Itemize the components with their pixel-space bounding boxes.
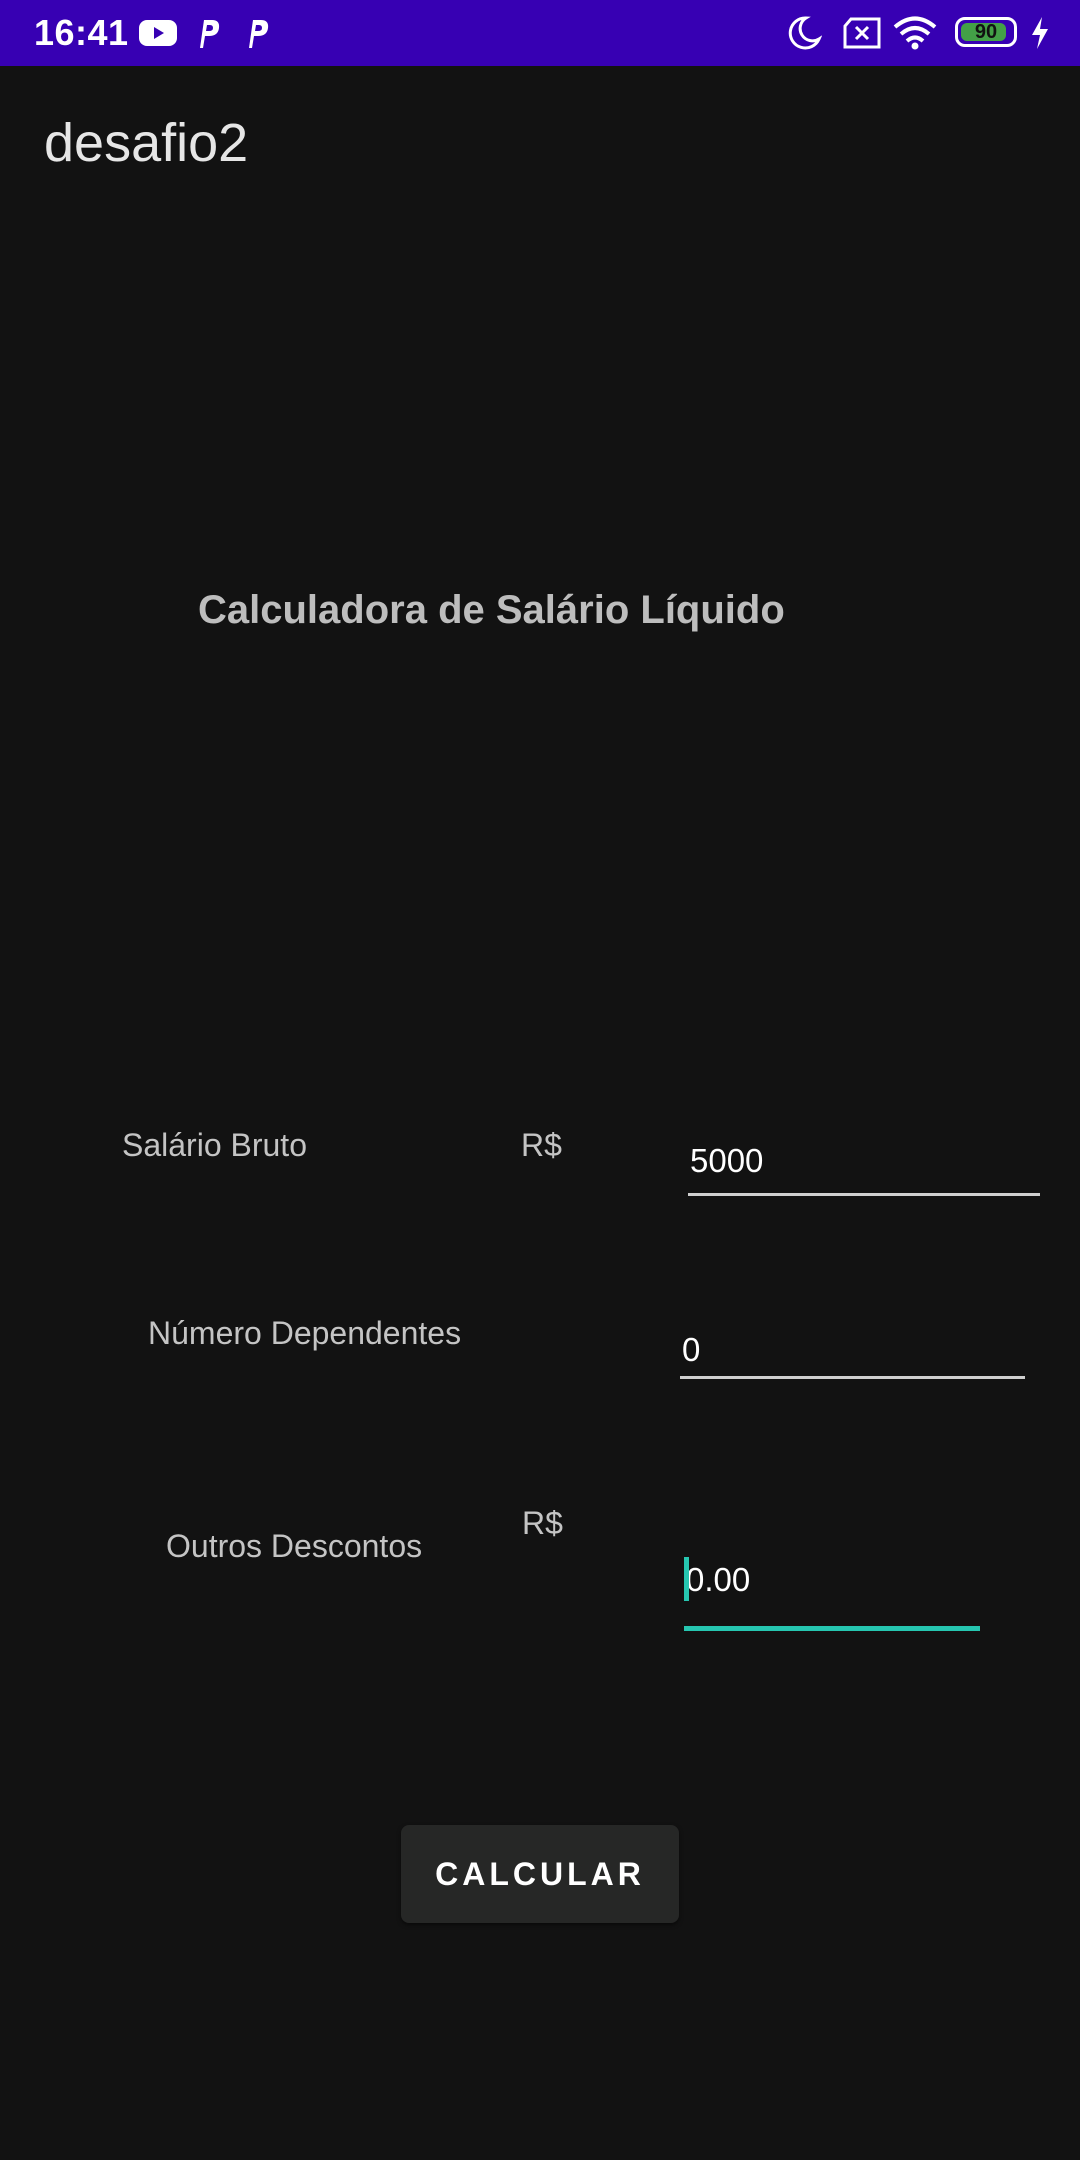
p-app-icon: [243, 14, 271, 52]
numero-dependentes-input[interactable]: [680, 1325, 1025, 1375]
battery-icon: 90: [955, 17, 1017, 47]
salario-bruto-underline: [688, 1193, 1040, 1196]
status-time: 16:41: [34, 12, 129, 53]
battery-level: 90: [974, 21, 998, 43]
p-app-icon: [194, 14, 222, 52]
calcular-button[interactable]: CALCULAR: [401, 1825, 679, 1923]
page-heading: Calculadora de Salário Líquido: [198, 588, 785, 632]
sim-x-icon: [843, 14, 881, 52]
salario-currency-label: R$: [521, 1127, 562, 1163]
wifi-icon: [893, 14, 937, 52]
charging-icon: [1029, 14, 1051, 52]
text-cursor: [684, 1557, 689, 1601]
salario-bruto-input[interactable]: [688, 1136, 1040, 1186]
numero-dependentes-underline: [680, 1376, 1025, 1379]
outros-descontos-label: Outros Descontos: [166, 1528, 423, 1564]
descontos-currency-label: R$: [522, 1505, 563, 1541]
salario-bruto-label: Salário Bruto: [122, 1127, 307, 1163]
status-bar: 16:41 90: [0, 0, 1080, 66]
outros-descontos-underline: [684, 1626, 980, 1631]
outros-descontos-input[interactable]: [684, 1555, 980, 1605]
youtube-icon: [138, 14, 178, 52]
numero-dependentes-label: Número Dependentes: [148, 1315, 462, 1351]
moon-icon: [786, 14, 822, 52]
app-title: desafio2: [44, 113, 249, 173]
